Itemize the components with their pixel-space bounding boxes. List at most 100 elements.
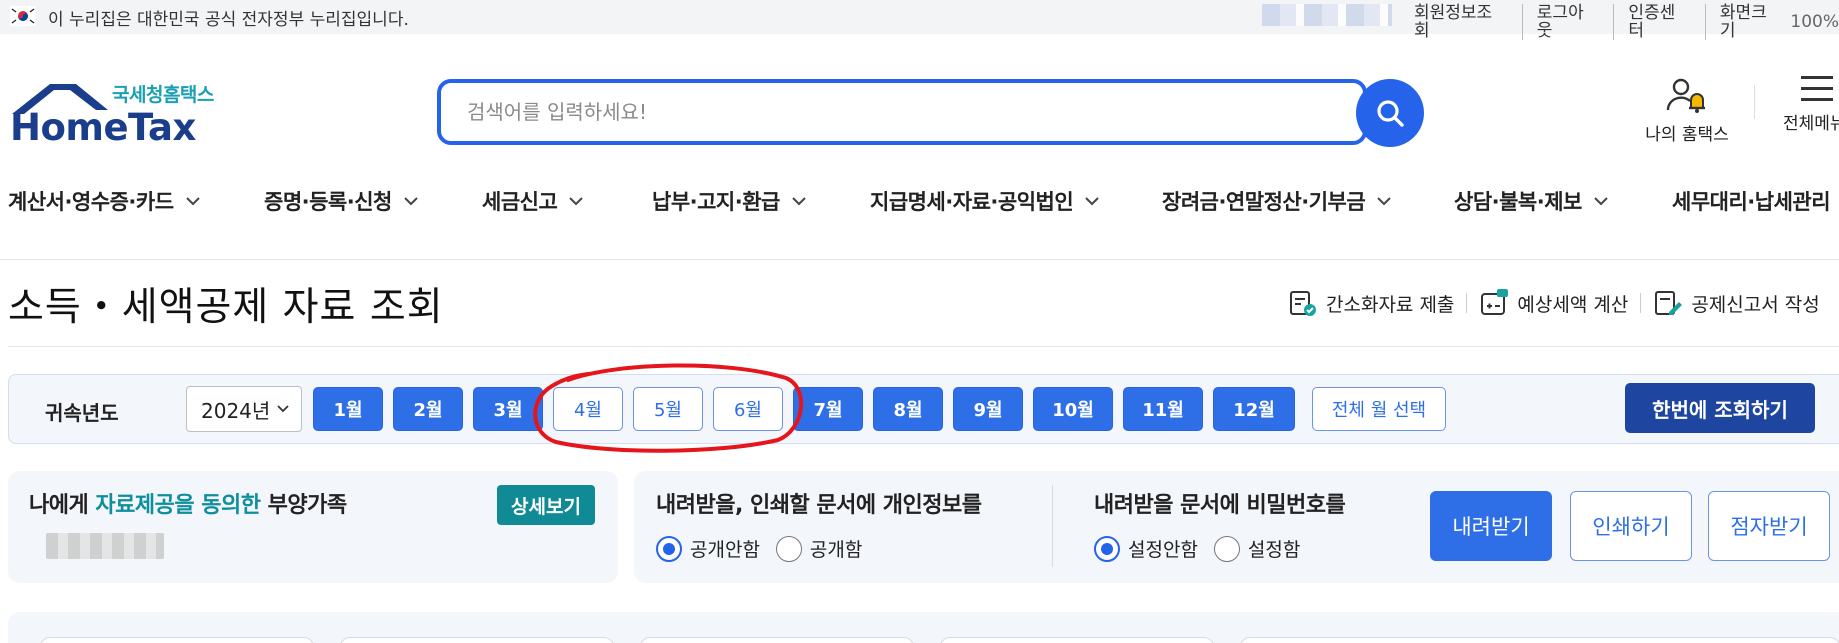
hamburger-icon — [1801, 76, 1839, 101]
radio-checked-icon — [656, 535, 682, 562]
gnb-payment-refund[interactable]: 납부·고지·환급 — [652, 186, 806, 216]
family-title: 나에게 자료제공을 동의한 부양가족 — [29, 487, 347, 519]
logout-link[interactable]: 로그아웃 — [1523, 4, 1615, 40]
gnb-year-end-settlement[interactable]: 장려금·연말정산·기부금 — [1162, 186, 1391, 216]
title-divider — [8, 346, 1839, 347]
radio-set-password[interactable]: 설정함 — [1213, 535, 1300, 562]
cert-center-link[interactable]: 인증센터 — [1614, 4, 1706, 40]
logo-title: HomeTax — [10, 106, 196, 149]
main-navigation: 계산서·영수증·카드 증명·등록·신청 세금신고 납부·고지·환급 지급명세·자… — [0, 186, 1839, 222]
detail-view-button[interactable]: 상세보기 — [497, 485, 595, 525]
year-value: 2024년 — [201, 398, 271, 423]
annotation-circle — [533, 363, 804, 453]
select-all-months-button[interactable]: 전체 월 선택 — [1312, 387, 1446, 431]
gnb-tax-return[interactable]: 세금신고 — [482, 186, 583, 216]
result-tab[interactable] — [940, 637, 1214, 643]
year-select[interactable]: 2024년 — [186, 386, 302, 432]
hometax-logo[interactable]: 국세청홈택스 HomeTax — [8, 80, 218, 150]
zoom-level[interactable]: 100% — [1788, 12, 1839, 32]
page-tools: 간소화자료 제출 예상세액 계산 공제신고서 작성 — [1276, 288, 1832, 318]
family-title-highlight: 자료제공을 동의한 — [95, 493, 261, 518]
calculator-icon — [1481, 289, 1509, 315]
gnb-consultation-appeal[interactable]: 상담·불복·제보 — [1454, 186, 1608, 216]
chevron-down-icon — [569, 196, 583, 205]
month-button-12[interactable]: 12월 — [1213, 387, 1295, 431]
estimated-tax-button[interactable]: 예상세액 계산 — [1467, 288, 1640, 318]
my-hometax-button[interactable]: 나의 홈택스 — [1632, 76, 1742, 145]
month-button-1[interactable]: 1월 — [313, 387, 383, 431]
gnb-label: 세무대리·납세관리 — [1672, 190, 1831, 214]
gnb-divider — [0, 259, 1839, 260]
result-tab[interactable] — [340, 637, 614, 643]
chevron-down-icon — [1377, 196, 1391, 205]
chevron-down-icon — [277, 405, 289, 413]
utility-links: 회원정보조회 로그아웃 인증센터 화면크기 100% — [1400, 4, 1839, 40]
month-button-2[interactable]: 2월 — [393, 387, 463, 431]
chevron-down-icon — [185, 196, 200, 205]
password-option: 내려받을 문서에 비밀번호를 설정안함 설정함 — [1094, 487, 1346, 562]
radio-show-personal[interactable]: 공개함 — [775, 535, 863, 562]
month-button-8[interactable]: 8월 — [873, 387, 943, 431]
download-button[interactable]: 내려받기 — [1430, 491, 1552, 561]
personal-info-radios: 공개안함 공개함 — [656, 535, 981, 562]
consented-family-panel: 나에게 자료제공을 동의한 부양가족 상세보기 — [8, 471, 618, 583]
radio-unchecked-icon — [775, 535, 802, 562]
gnb-tax-agent[interactable]: 세무대리·납세관리 — [1672, 186, 1831, 216]
gnb-invoice-receipt-card[interactable]: 계산서·영수증·카드 — [8, 186, 200, 216]
radio-label: 공개함 — [809, 539, 863, 561]
document-options-panel: 내려받을, 인쇄할 문서에 개인정보를 공개안함 공개함 내려받을 문서에 비밀… — [634, 471, 1839, 583]
radio-label: 공개안함 — [690, 539, 760, 561]
gnb-certificate-registration[interactable]: 증명·등록·신청 — [264, 186, 418, 216]
page-title: 소득・세액공제 자료 조회 — [8, 285, 444, 330]
personal-info-option: 내려받을, 인쇄할 문서에 개인정보를 공개안함 공개함 — [656, 487, 982, 562]
period-selector: 귀속년도 2024년 1월 2월 3월 4월 5월 6월 7월 8월 9월 10… — [8, 374, 1839, 444]
radio-no-password[interactable]: 설정안함 — [1094, 535, 1198, 562]
simplified-data-submit-button[interactable]: 간소화자료 제출 — [1276, 288, 1466, 318]
deduction-form-button[interactable]: 공제신고서 작성 — [1641, 288, 1831, 318]
all-menu-button[interactable]: 전체메뉴 — [1783, 76, 1839, 134]
search-button[interactable] — [1356, 79, 1424, 147]
blurred-user-name — [1262, 4, 1392, 26]
search-input[interactable] — [437, 79, 1367, 145]
month-button-10[interactable]: 10월 — [1033, 387, 1113, 431]
gnb-label: 세금신고 — [482, 190, 558, 214]
search-icon — [1377, 100, 1404, 127]
result-tab[interactable] — [640, 637, 914, 643]
radio-label: 설정안함 — [1128, 539, 1198, 561]
family-title-suffix: 부양가족 — [260, 493, 347, 518]
member-info-link[interactable]: 회원정보조회 — [1400, 4, 1523, 40]
gnb-label: 납부·고지·환급 — [652, 190, 780, 214]
result-tab[interactable] — [40, 637, 314, 643]
gnb-payment-statement[interactable]: 지급명세·자료·공익법인 — [870, 186, 1099, 216]
gnb-label: 증명·등록·신청 — [264, 190, 392, 214]
print-button[interactable]: 인쇄하기 — [1570, 491, 1692, 561]
chevron-down-icon — [1594, 196, 1608, 205]
result-tab[interactable] — [1240, 637, 1839, 643]
gnb-label: 계산서·영수증·카드 — [8, 190, 174, 214]
year-label: 귀속년도 — [45, 401, 119, 425]
gov-notice-text: 이 누리집은 대한민국 공식 전자정부 누리집입니다. — [48, 10, 409, 30]
document-edit-icon — [1655, 291, 1683, 315]
password-radios: 설정안함 설정함 — [1094, 535, 1345, 562]
month-button-9[interactable]: 9월 — [953, 387, 1023, 431]
tool-label: 공제신고서 작성 — [1691, 293, 1820, 316]
radio-hide-personal[interactable]: 공개안함 — [656, 535, 760, 562]
my-hometax-label: 나의 홈택스 — [1645, 125, 1729, 145]
korea-flag-icon — [10, 6, 36, 26]
document-check-icon — [1290, 291, 1316, 316]
logo-subtitle: 국세청홈택스 — [112, 84, 214, 106]
braille-download-button[interactable]: 점자받기 — [1708, 491, 1830, 561]
blurred-family-name — [46, 533, 164, 559]
month-button-11[interactable]: 11월 — [1123, 387, 1203, 431]
screen-size-label: 화면크기 — [1719, 3, 1767, 41]
gov-banner: 이 누리집은 대한민국 공식 전자정부 누리집입니다. 회원정보조회 로그아웃 … — [0, 0, 1839, 40]
chevron-down-icon — [1085, 196, 1099, 205]
result-area — [8, 612, 1839, 643]
radio-unchecked-icon — [1213, 535, 1240, 562]
chevron-down-icon — [404, 196, 418, 205]
header-divider — [1754, 85, 1755, 119]
all-menu-label: 전체메뉴 — [1783, 114, 1839, 134]
family-title-prefix: 나에게 — [29, 493, 96, 518]
password-title: 내려받을 문서에 비밀번호를 — [1094, 493, 1346, 518]
query-all-button[interactable]: 한번에 조회하기 — [1625, 383, 1815, 433]
